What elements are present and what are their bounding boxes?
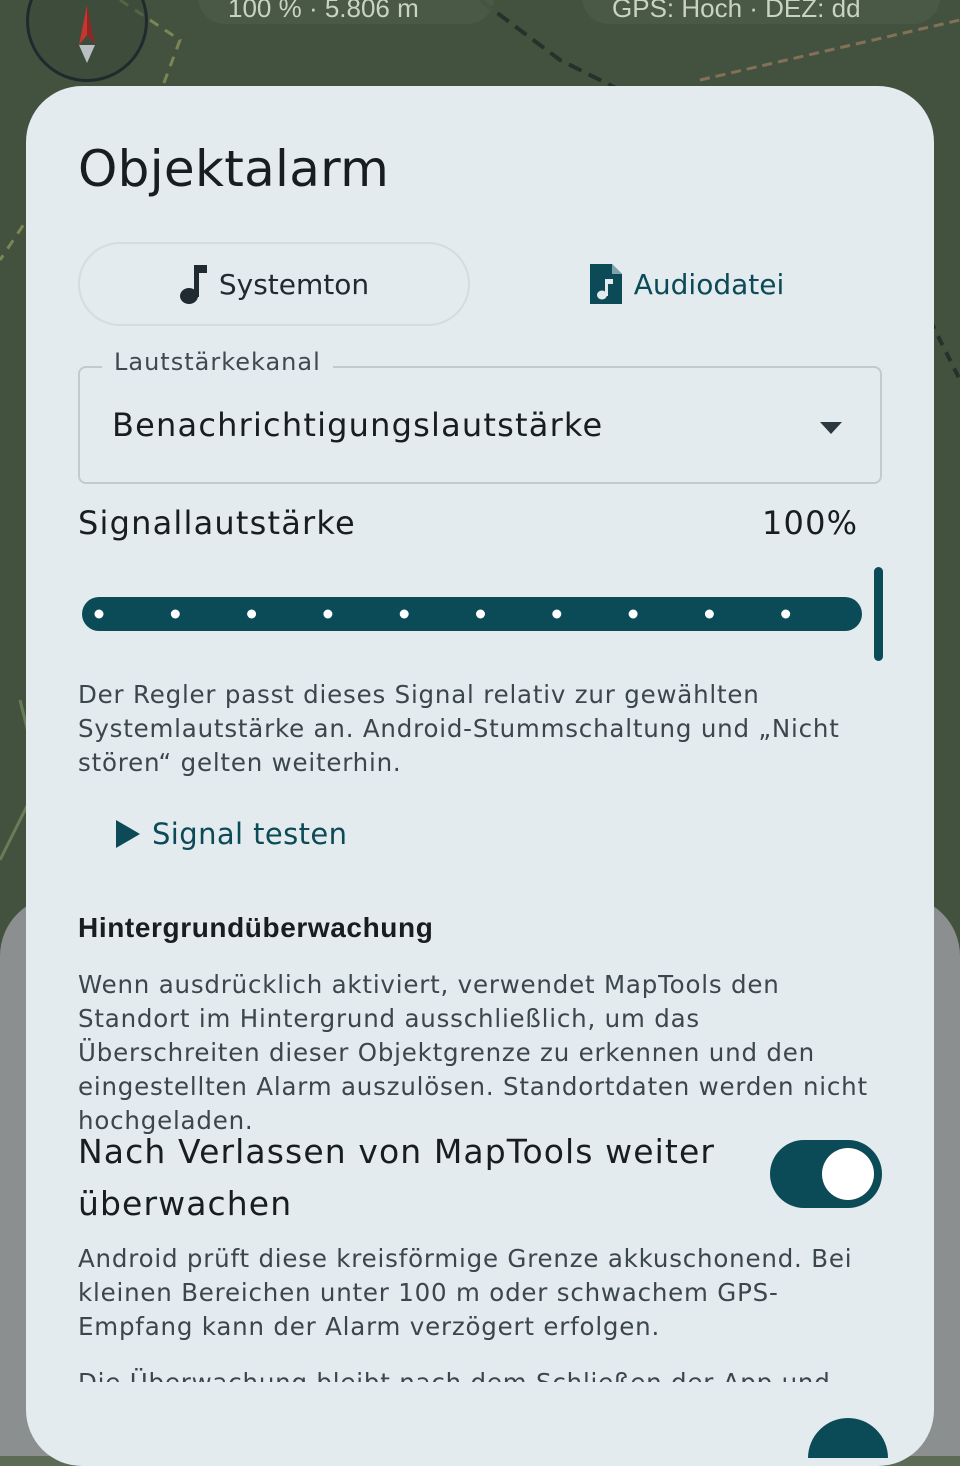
geofence-note: Android prüft diese kreisförmige Grenze … <box>78 1244 853 1341</box>
test-signal-button[interactable]: Signal testen <box>116 810 347 858</box>
slider-tick <box>781 609 791 619</box>
slider-active-track <box>82 597 862 631</box>
chip-left-text: 100 % · 5.806 m <box>228 0 419 23</box>
slider-handle[interactable] <box>874 567 883 661</box>
dialog-title: Objektalarm <box>78 140 390 198</box>
slider-tick <box>476 609 485 619</box>
background-monitoring-description: Wenn ausdrücklich aktiviert, verwendet M… <box>78 970 868 1135</box>
dropdown-arrow-icon <box>820 422 842 434</box>
compass-button[interactable] <box>26 0 148 82</box>
volume-channel-value: Benachrichtigungslautstärke <box>112 406 604 444</box>
tab-audio-file[interactable]: Audiodatei <box>490 242 882 326</box>
tab-system-label: Systemton <box>218 267 370 301</box>
slider-help-text: Der Regler passt dieses Signal relativ z… <box>78 680 840 777</box>
slider-tick <box>323 609 333 619</box>
volume-channel-dropdown[interactable]: Lautstärkekanal Benachrichtigungslautstä… <box>78 348 882 484</box>
slider-tick <box>399 609 409 619</box>
keep-monitoring-switch[interactable] <box>770 1140 882 1208</box>
object-alarm-dialog: Objektalarm Systemton Audiodatei Lautstä… <box>26 86 934 1466</box>
signal-volume-slider[interactable] <box>78 566 888 662</box>
audio-file-icon <box>589 264 622 304</box>
music-note-icon <box>179 265 207 304</box>
slider-tick <box>704 609 714 619</box>
slider-tick <box>170 609 180 619</box>
tab-audio-label: Audiodatei <box>633 267 785 301</box>
status-chip-gps[interactable]: GPS: Hoch · DEZ: dd <box>582 0 940 24</box>
signal-volume-value: 100% <box>762 504 859 542</box>
slider-track <box>82 567 883 661</box>
volume-channel-label: Lautstärkekanal <box>102 348 333 376</box>
sound-source-tabs: Systemton Audiodatei <box>78 242 882 326</box>
slider-tick <box>247 609 257 619</box>
geofence-note-cutoff: Die Überwachung bleibt nach dem Schließe… <box>78 1366 878 1382</box>
test-signal-label: Signal testen <box>152 817 348 851</box>
signal-volume-label: Signallautstärke <box>78 504 356 542</box>
compass-icon <box>79 5 95 63</box>
slider-tick <box>94 609 104 619</box>
chip-right-text: GPS: Hoch · DEZ: dd <box>612 0 861 23</box>
slider-tick <box>628 609 638 619</box>
keep-monitoring-label: Nach Verlassen von MapTools weiter überw… <box>78 1132 716 1223</box>
slider-tick <box>552 609 562 619</box>
tab-system-sound[interactable]: Systemton <box>78 242 470 326</box>
play-icon <box>116 820 140 848</box>
background-monitoring-title: Hintergrundüberwachung <box>78 912 434 943</box>
switch-knob <box>822 1148 874 1200</box>
status-chip-battery[interactable]: 100 % · 5.806 m <box>198 0 494 24</box>
